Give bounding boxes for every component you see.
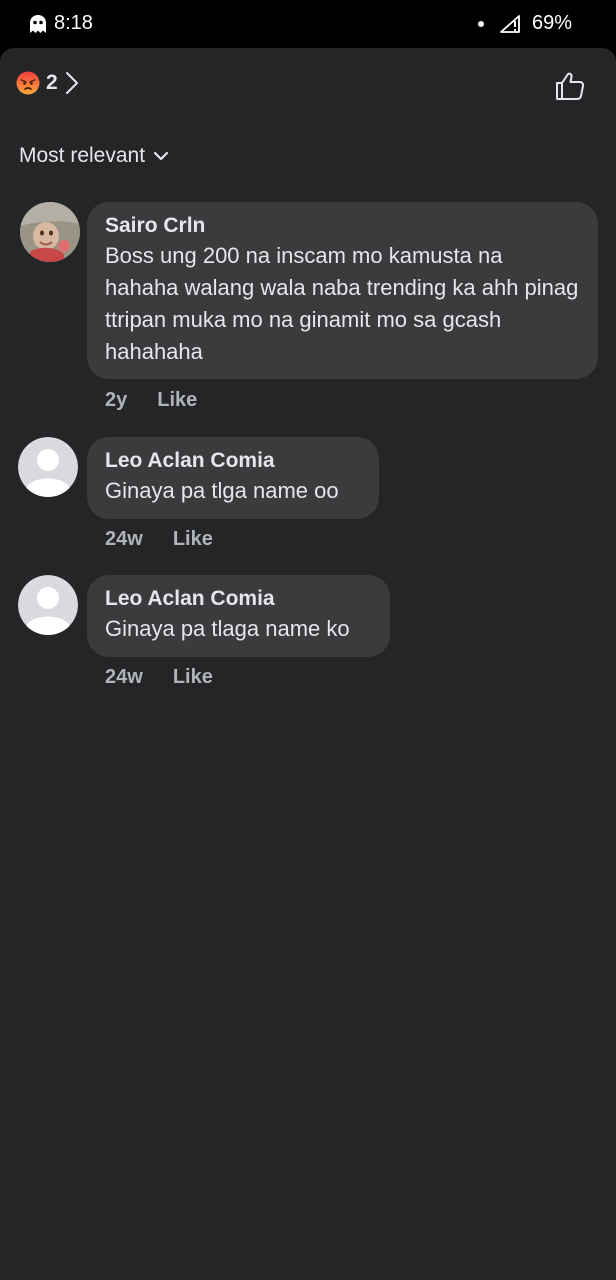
avatar[interactable]	[20, 202, 80, 262]
comment-item: Leo Aclan Comia Ginaya pa tlaga name ko …	[18, 575, 600, 705]
default-avatar-icon	[18, 575, 78, 635]
dot-icon	[477, 20, 484, 27]
thumbs-up-icon	[556, 72, 585, 100]
default-avatar-icon	[18, 437, 78, 497]
ghost-icon	[30, 14, 46, 33]
comment-like-button[interactable]: Like	[173, 666, 213, 689]
comment-time[interactable]: 24w	[105, 666, 143, 689]
reaction-summary[interactable]: 2	[16, 70, 80, 96]
comment-text: Ginaya pa tlga name oo	[105, 478, 339, 503]
like-button[interactable]	[550, 66, 590, 106]
comment-actions: 24w Like	[105, 528, 213, 551]
avatar[interactable]	[18, 575, 78, 635]
status-time: 8:18	[54, 12, 93, 34]
comment-like-button[interactable]: Like	[173, 528, 213, 551]
status-left: 8:18	[28, 12, 93, 35]
comment-actions: 24w Like	[105, 666, 213, 689]
status-bar: 8:18 69%	[0, 0, 616, 48]
status-right: 69%	[477, 12, 572, 35]
comment-time[interactable]: 24w	[105, 528, 143, 551]
signal-off-icon	[500, 14, 520, 33]
comment-actions: 2y Like	[105, 389, 197, 412]
battery-percent: 69%	[531, 12, 572, 34]
comment-bubble[interactable]: Leo Aclan Comia Ginaya pa tlaga name ko	[87, 575, 390, 657]
comment-author[interactable]: Leo Aclan Comia	[105, 447, 361, 475]
comment-bubble[interactable]: Leo Aclan Comia Ginaya pa tlga name oo	[87, 437, 379, 519]
chevron-down-icon	[153, 151, 169, 161]
comment-author[interactable]: Leo Aclan Comia	[105, 585, 372, 613]
reaction-count: 2	[46, 71, 58, 94]
sort-label: Most relevant	[19, 144, 146, 167]
comment-time[interactable]: 2y	[105, 389, 127, 412]
chevron-right-icon	[65, 72, 78, 94]
comment-text: Ginaya pa tlaga name ko	[105, 616, 350, 641]
comment-author[interactable]: Sairo Crln	[105, 212, 580, 240]
sort-dropdown[interactable]: Most relevant	[19, 144, 169, 168]
profile-photo	[20, 202, 80, 262]
avatar[interactable]	[18, 437, 78, 497]
comment-item: Leo Aclan Comia Ginaya pa tlga name oo 2…	[18, 437, 600, 567]
comments-sheet: 2 Most relevant Sairo Crln Boss ung 200 …	[0, 48, 616, 1280]
comment-text: Boss ung 200 na inscam mo kamusta na hah…	[105, 243, 579, 364]
comment-item: Sairo Crln Boss ung 200 na inscam mo kam…	[18, 202, 600, 422]
comment-bubble[interactable]: Sairo Crln Boss ung 200 na inscam mo kam…	[87, 202, 598, 379]
angry-emoji-icon	[16, 71, 40, 95]
comment-like-button[interactable]: Like	[157, 389, 197, 412]
